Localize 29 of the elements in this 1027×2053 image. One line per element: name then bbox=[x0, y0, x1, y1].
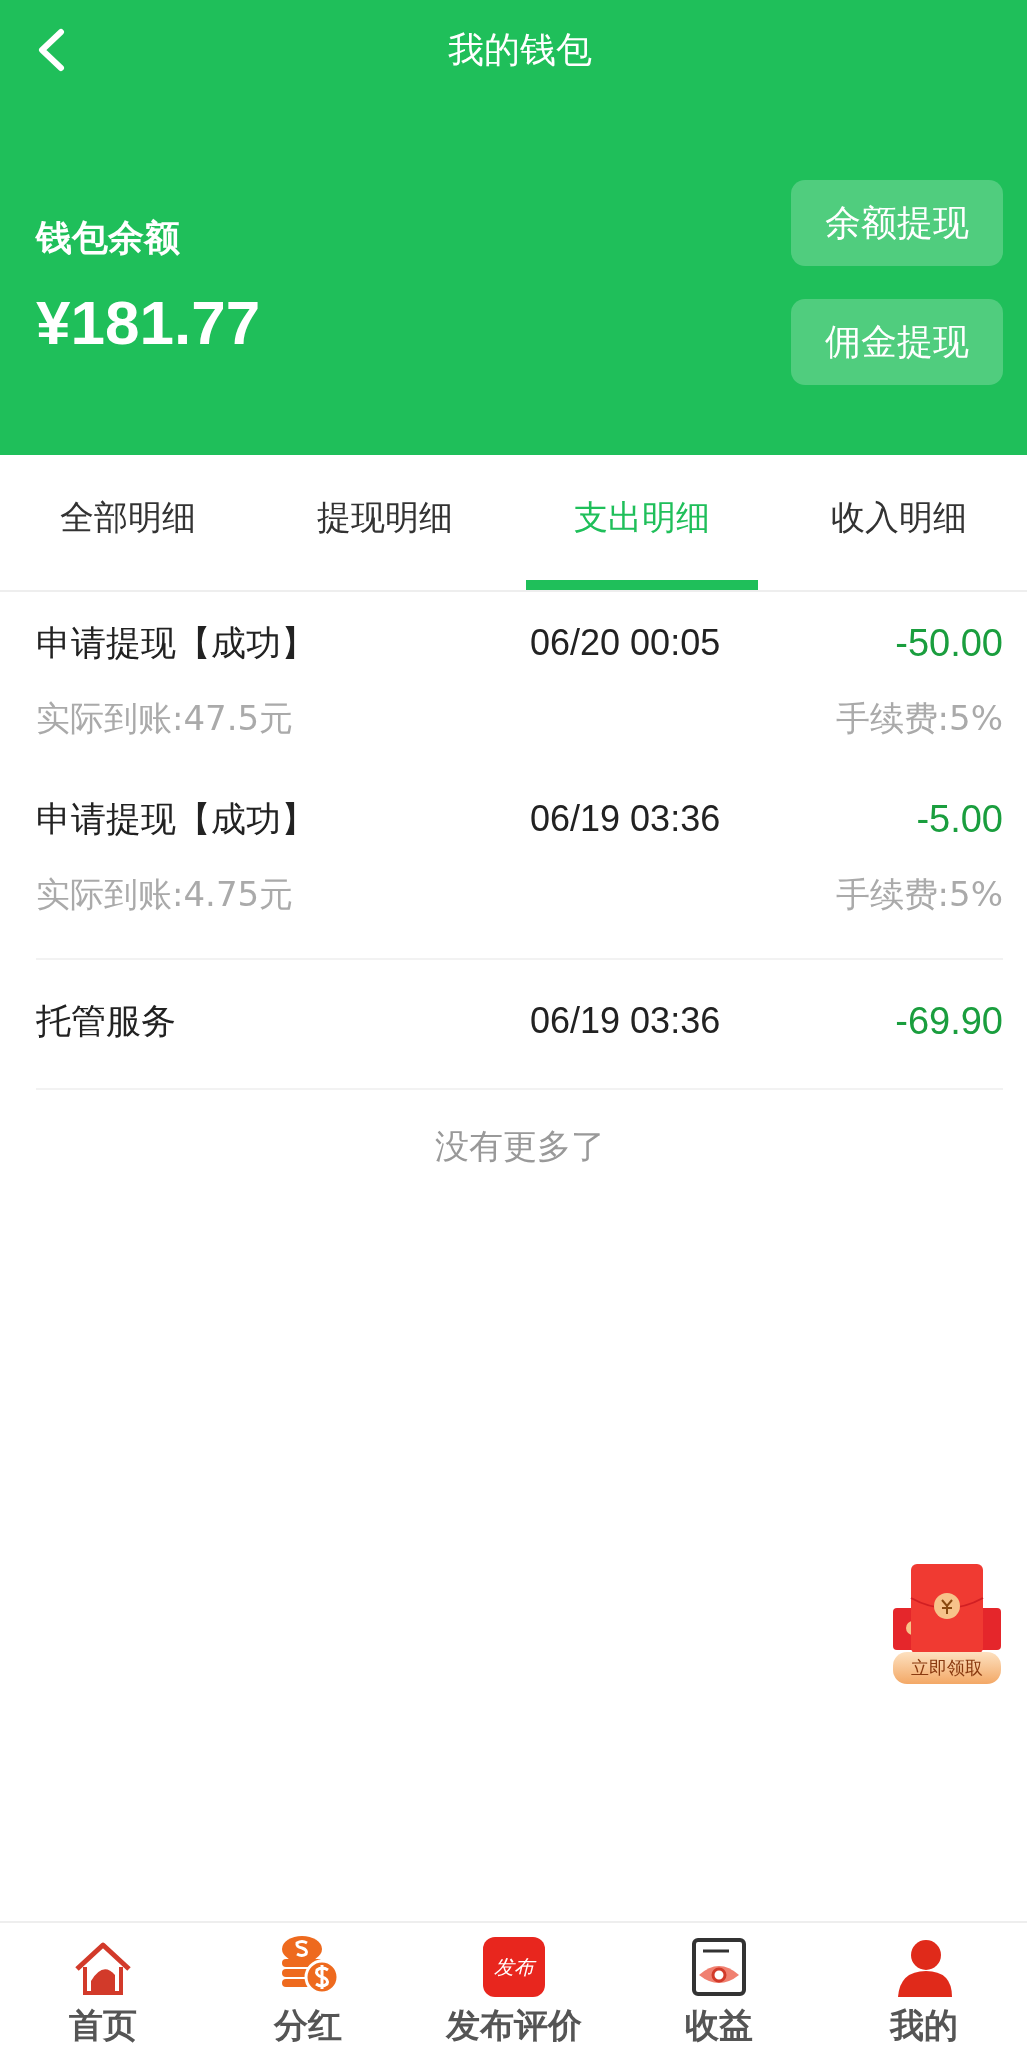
record-time: 06/20 00:05 bbox=[530, 622, 722, 664]
record-amount: -50.00 bbox=[895, 621, 1003, 665]
end-note: 没有更多了 bbox=[433, 1125, 606, 1168]
back-icon[interactable] bbox=[36, 28, 66, 72]
fee-rate: 手续费:5% bbox=[835, 697, 1003, 740]
record-time: 06/19 03:36 bbox=[530, 798, 722, 840]
tab[interactable]: 提现明细 bbox=[268, 455, 502, 590]
page-title: 我的钱包 bbox=[447, 27, 592, 72]
balance-amount: ¥181.77 bbox=[36, 287, 261, 358]
balance-label: 钱包余额 bbox=[36, 216, 181, 260]
nav-item[interactable]: 我的 bbox=[821, 1923, 1027, 2053]
record-title: 托管服务 bbox=[36, 999, 177, 1043]
record-time: 06/19 03:36 bbox=[530, 1000, 722, 1042]
record-title: 申请提现【成功】 bbox=[36, 797, 317, 841]
record-amount: -69.90 bbox=[895, 999, 1003, 1043]
nav-item[interactable]: 发布 发布评价 bbox=[410, 1923, 617, 2053]
actual-amount: 实际到账:4.75元 bbox=[36, 873, 294, 916]
fee-rate: 手续费:5% bbox=[835, 873, 1003, 916]
nav-item[interactable]: 收益 bbox=[616, 1923, 822, 2053]
record-title: 申请提现【成功】 bbox=[36, 621, 317, 665]
nav-item[interactable]: 分红 bbox=[205, 1923, 411, 2053]
record-amount: -5.00 bbox=[916, 797, 1003, 841]
tab[interactable]: 全部明细 bbox=[12, 455, 245, 590]
nav-item[interactable]: 首页 bbox=[0, 1923, 206, 2053]
actual-amount: 实际到账:47.5元 bbox=[36, 697, 294, 740]
tab[interactable]: 收入明细 bbox=[782, 455, 1015, 590]
eye-icon bbox=[690, 1937, 747, 1997]
reward-envelope-button[interactable]: 立即领取 bbox=[884, 1558, 1010, 1684]
publish-icon: 发布 bbox=[482, 1937, 545, 1997]
